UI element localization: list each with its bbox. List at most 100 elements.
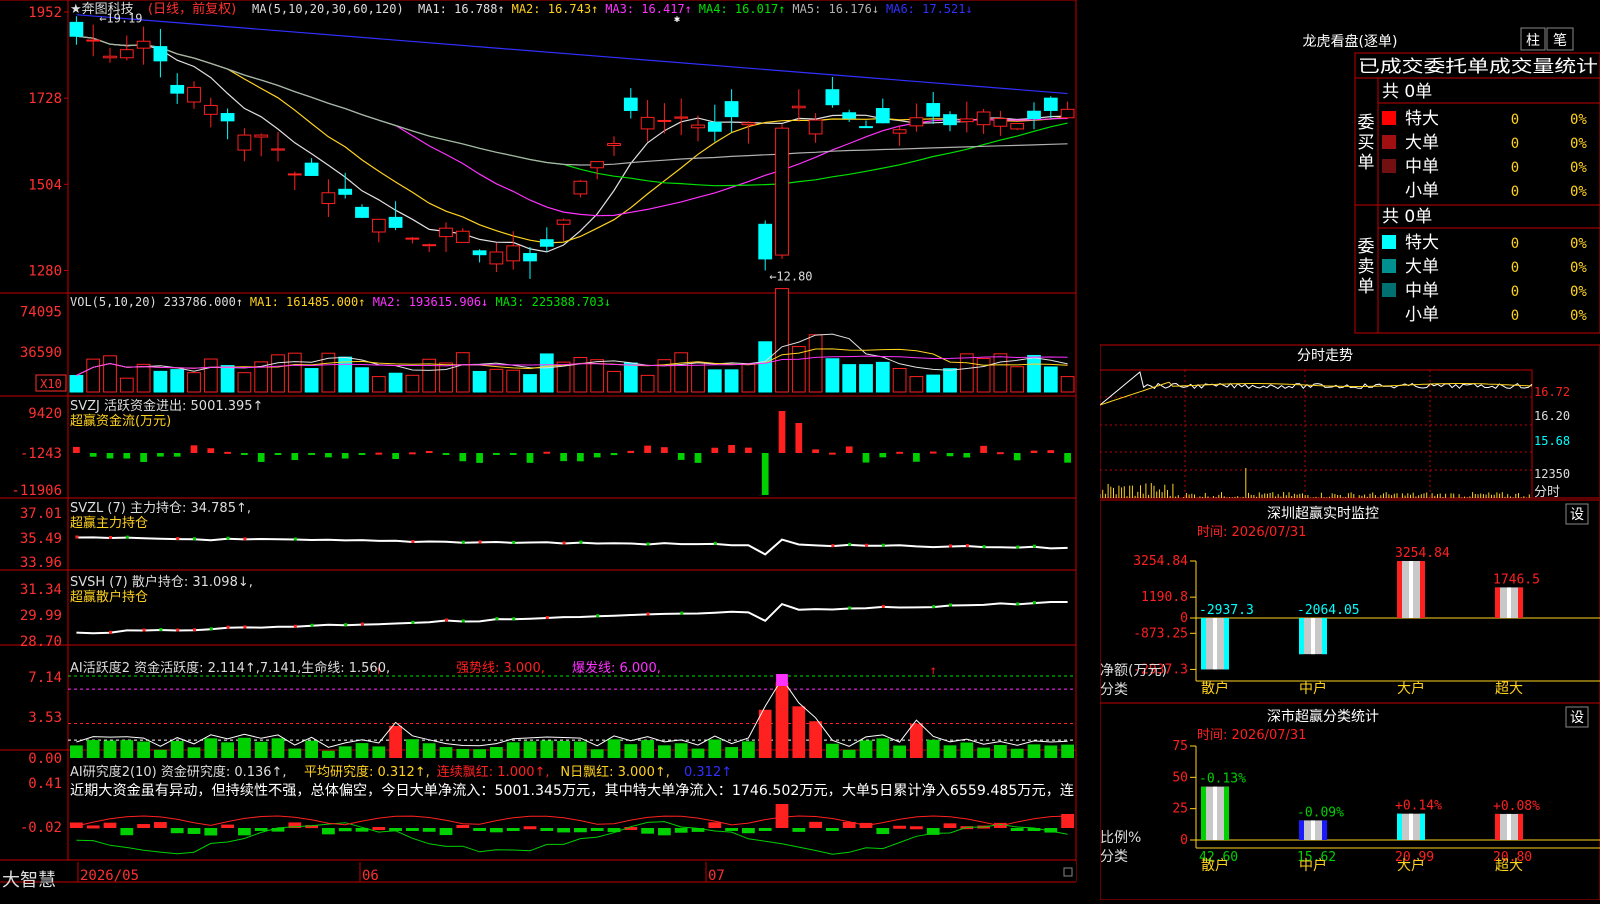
svzl-axis-tick: 37.01 [20,506,62,522]
active-bar [557,740,570,758]
kline-chart-svg[interactable]: 1952172815041280←19.19←12.80✱★奔图科技 (日线，前复… [0,0,1100,900]
svzj-bar [173,453,181,457]
classify-bar-category: 超大 [1495,858,1523,874]
svzj-bar [1013,453,1021,461]
svzl-line-dot [1016,545,1020,549]
research-bar [238,828,251,836]
research-header-label: 0.312↑ [684,765,732,780]
research-bar [372,827,386,831]
fenshi-price-tick: 15.68 [1534,434,1570,448]
research-bar [876,828,890,835]
candle-body [959,118,974,123]
svzj-bar [610,453,618,456]
classify-bar-highlight [1213,786,1217,840]
research-bar [557,828,570,833]
svsh-line-dot [646,612,650,616]
buy-side-label: 买 [1358,133,1375,153]
svzj-bar [980,445,987,453]
classify-bar-edge [1201,786,1206,840]
buy-row-swatch [1382,159,1396,173]
svzj-bar [526,453,534,463]
active-bar [725,747,738,758]
active-title: AI活跃度2 资金活跃度: 2.114↑,7.141,生命线: 1.560, [70,660,390,676]
svzj-bar [845,446,853,453]
buy-row-swatch [1382,111,1396,125]
research-header-label: AI研究度2(10) 资金研究度: 0.136↑, [70,764,287,780]
volume-bar [775,288,789,393]
active-bar [523,741,537,758]
research-axis-tick: -0.02 [20,820,62,836]
ma-value-label: MA1: 16.788↑ [418,2,505,16]
volume-bar [943,368,957,393]
research-bar [456,824,470,828]
classify-y-tick: 25 [1172,802,1188,817]
research-bar [523,826,537,830]
active-bar [490,747,503,758]
candle-body [640,116,655,130]
volume-header-label: VOL(5,10,20) [70,295,157,309]
research-header-label: 平均研究度: 0.312↑, [304,764,430,780]
active-bar [708,739,722,758]
active-bar [876,738,890,758]
svsh-title: SVSH (7) 散户持仓: 31.098↓, [70,574,253,590]
svzj-bar [358,453,366,455]
monitor-bar-category: 中户 [1299,680,1327,697]
research-bar [641,828,654,834]
candle-body [136,40,151,49]
svzj-bar [946,453,954,457]
active-bar [1027,744,1041,758]
research-bar [574,828,587,833]
buy-row-pct: 0% [1570,184,1587,200]
svzj-bar [140,453,147,462]
svzl-line-dot [646,542,650,546]
research-bar [137,824,150,828]
sell-row-count: 0 [1511,236,1519,252]
research-bar [406,828,419,831]
buy-row-pct: 0% [1570,160,1587,176]
active-bar [86,740,100,758]
monitor-bar-edge [1299,618,1304,655]
research-bar [322,828,335,835]
candle-body [170,84,185,94]
svsh-axis-tick: 31.34 [20,582,62,598]
research-bar [809,821,822,828]
classify-time: 时间: 2026/07/31 [1197,728,1306,743]
svsh-line-dot [545,616,549,620]
sell-row-pct: 0% [1570,284,1587,300]
volume-bar [455,352,470,393]
candle-body [556,219,571,225]
active-bar [960,742,974,758]
active-bar [1061,744,1074,758]
volume-bar [640,374,655,393]
candle-body [287,173,302,176]
research-bar [775,804,789,828]
volume-bar [691,361,705,393]
volume-unit: X10 [40,377,62,391]
buy-side-label: 单 [1358,153,1375,173]
candle-body [657,119,672,122]
research-bar [103,822,117,828]
volume-bar [674,352,689,393]
active-bar [590,749,604,758]
svzj-bar [812,449,819,453]
svzj-bar [711,447,719,453]
volume-bar [472,370,487,393]
research-axis-tick: 0.41 [28,776,62,792]
time-axis-label: 07 [708,868,725,884]
candle-body [153,46,168,62]
kline-chart-area[interactable]: 1952 1728 1504 1280 ←19.19 ←12.80 ✱ ★奔图科技 (日线，前复… [0,0,1100,900]
candle-body [237,134,252,151]
sell-total: 共 0单 [1382,207,1432,227]
ma-value-label: MA3: 16.417↑ [605,2,692,16]
svzl-line-dot [881,543,885,547]
svsh-line-dot [461,619,465,623]
candle-body [741,122,756,126]
candle-body [993,118,1008,127]
active-bar [893,745,906,758]
sell-row-count: 0 [1511,260,1519,276]
volume-bar [271,354,285,393]
svzj-subtitle: 超赢资金流(万元) [70,413,171,429]
candle-body [573,180,588,195]
sell-row-count: 0 [1511,284,1519,300]
classify-y-tick: 0 [1180,833,1188,848]
